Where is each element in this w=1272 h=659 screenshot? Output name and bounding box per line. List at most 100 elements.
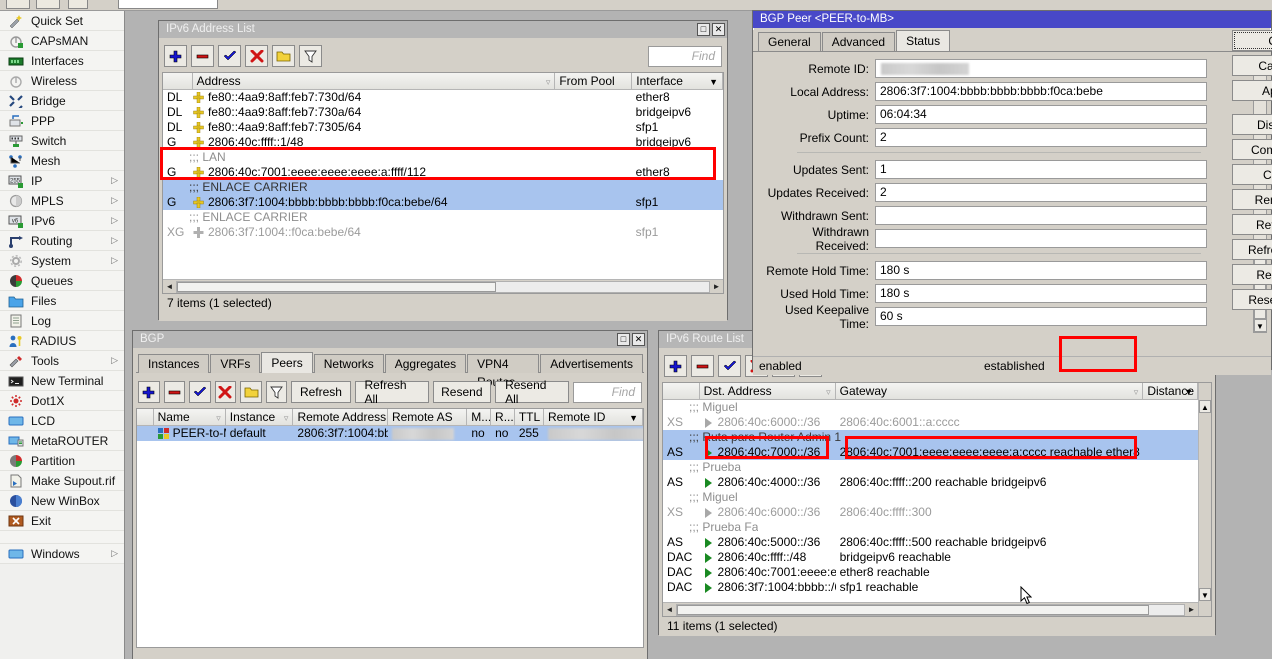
sidebar-item-log[interactable]: Log <box>0 311 124 331</box>
filter-icon[interactable] <box>266 381 288 403</box>
ipv6-route-vscrollbar[interactable]: ▲ ▼ <box>1198 383 1211 616</box>
table-row[interactable]: AS2806:40c:4000::/362806:40c:ffff::200 r… <box>663 475 1198 490</box>
column-header[interactable]: From Pool <box>555 73 632 89</box>
column-header[interactable]: Remote Address <box>293 409 388 425</box>
sidebar-item-radius[interactable]: RADIUS <box>0 331 124 351</box>
maximize-icon[interactable]: □ <box>697 23 710 36</box>
add-icon[interactable] <box>664 355 687 377</box>
enable-icon[interactable] <box>718 355 741 377</box>
field-value-remote-hold-time[interactable]: 180 s <box>875 261 1207 280</box>
sidebar-item-ppp[interactable]: PPP <box>0 111 124 131</box>
tab-advanced[interactable]: Advanced <box>822 32 895 51</box>
sidebar-item-metarouter[interactable]: MetaROUTER <box>0 431 124 451</box>
disable-icon[interactable] <box>245 45 268 67</box>
resend-all-button[interactable]: Resend All <box>1232 289 1272 310</box>
ipv6-address-hscrollbar[interactable]: ◄ ► <box>163 279 723 293</box>
hscroll-thumb[interactable] <box>677 605 1149 615</box>
field-value-withdrawn-sent[interactable] <box>875 206 1207 225</box>
column-header[interactable]: R... <box>491 409 515 425</box>
toolbar-search-box[interactable] <box>118 0 218 9</box>
field-value-used-hold-time[interactable]: 180 s <box>875 284 1207 303</box>
tab-advertisements[interactable]: Advertisements <box>540 354 643 373</box>
resend-button[interactable]: Resend <box>1232 264 1272 285</box>
hscroll-track[interactable] <box>676 604 1185 616</box>
ipv6-address-list-titlebar[interactable]: IPv6 Address List □ ✕ <box>159 21 727 38</box>
sidebar-item-lcd[interactable]: LCD <box>0 411 124 431</box>
sidebar-item-make-supout-rif[interactable]: Make Supout.rif <box>0 471 124 491</box>
sidebar-item-tools[interactable]: Tools▷ <box>0 351 124 371</box>
table-row[interactable]: DAC2806:40c:7001:eeee:eee..ether8 reacha… <box>663 565 1198 580</box>
sidebar-item-exit[interactable]: Exit <box>0 511 124 531</box>
column-header[interactable] <box>137 409 154 425</box>
close-icon[interactable]: ✕ <box>712 23 725 36</box>
sidebar-item-bridge[interactable]: Bridge <box>0 91 124 111</box>
table-row[interactable]: ;;; Miguel <box>663 490 1198 505</box>
field-value-prefix-count[interactable]: 2 <box>875 128 1207 147</box>
field-value-local-address[interactable]: 2806:3f7:1004:bbbb:bbbb:bbbb:f0ca:bebe <box>875 82 1207 101</box>
enable-icon[interactable] <box>189 381 211 403</box>
scroll-down-icon[interactable]: ▼ <box>1199 588 1211 601</box>
refresh-button[interactable]: Refresh <box>1232 214 1272 235</box>
apply-button[interactable]: Apply <box>1232 80 1272 101</box>
scroll-left-icon[interactable]: ◄ <box>663 605 676 614</box>
tab-vpn4-routes[interactable]: VPN4 Routes <box>467 354 539 373</box>
column-header[interactable] <box>163 73 193 89</box>
sidebar-item-queues[interactable]: Queues <box>0 271 124 291</box>
field-value-withdrawn-received[interactable] <box>875 229 1207 248</box>
tab-instances[interactable]: Instances <box>138 354 209 373</box>
sidebar-item-partition[interactable]: Partition <box>0 451 124 471</box>
column-menu-icon[interactable]: ▼ <box>629 410 638 425</box>
close-icon[interactable]: ✕ <box>632 333 645 346</box>
field-value-updates-received[interactable]: 2 <box>875 183 1207 202</box>
column-header[interactable]: Interface▼ <box>632 73 723 89</box>
column-header[interactable]: Address▿ <box>193 73 556 89</box>
ipv6-route-hscrollbar[interactable]: ◄ ► <box>663 602 1198 616</box>
column-header[interactable]: Gateway▿ <box>836 383 1144 399</box>
tab-peers[interactable]: Peers <box>261 352 312 373</box>
table-row[interactable]: ;;; Prueba <box>663 460 1198 475</box>
table-row[interactable]: ;;; Prueba Fa <box>663 520 1198 535</box>
sidebar-item-system[interactable]: System▷ <box>0 251 124 271</box>
column-header[interactable]: Name▿ <box>154 409 226 425</box>
sidebar-item-dot1x[interactable]: Dot1X <box>0 391 124 411</box>
scroll-right-icon[interactable]: ► <box>710 282 723 291</box>
column-menu-icon[interactable]: ▼ <box>709 74 718 89</box>
column-header[interactable]: Remote AS <box>388 409 467 425</box>
scroll-down-icon[interactable]: ▼ <box>1254 319 1267 332</box>
toolbar-button-2[interactable] <box>36 0 60 9</box>
table-row[interactable]: PEER-to-MBdefault2806:3f7:1004:bb..nono2… <box>137 426 643 441</box>
ok-button[interactable]: OK <box>1232 30 1272 51</box>
table-row[interactable]: ;;; ENLACE CARRIER <box>163 210 723 225</box>
field-value-used-keepalive-time[interactable]: 60 s <box>875 307 1207 326</box>
hscroll-thumb[interactable] <box>177 282 496 292</box>
column-header[interactable]: Instance▿ <box>226 409 294 425</box>
find-input[interactable]: Find <box>648 46 722 67</box>
table-row[interactable]: DAC2806:3f7:1004:bbbb::/64sfp1 reachable <box>663 580 1198 595</box>
tab-vrfs[interactable]: VRFs <box>210 354 260 373</box>
remove-icon[interactable] <box>191 45 214 67</box>
comment-icon[interactable] <box>272 45 295 67</box>
sidebar-item-routing[interactable]: Routing▷ <box>0 231 124 251</box>
table-row[interactable]: ;;; ENLACE CARRIER <box>163 180 723 195</box>
sidebar-item-mesh[interactable]: Mesh <box>0 151 124 171</box>
toolbar-button-1[interactable] <box>6 0 30 9</box>
remove-icon[interactable] <box>691 355 714 377</box>
disable-button[interactable]: Disable <box>1232 114 1272 135</box>
table-row[interactable]: ;;; Ruta para Router Admin 1 <box>663 430 1198 445</box>
field-value-remote-id[interactable] <box>875 59 1207 78</box>
table-row[interactable]: DLfe80::4aa9:8aff:feb7:730a/64bridgeipv6 <box>163 105 723 120</box>
column-header[interactable] <box>663 383 700 399</box>
sidebar-item-ip[interactable]: 255IP▷ <box>0 171 124 191</box>
table-row[interactable]: DLfe80::4aa9:8aff:feb7:7305/64sfp1 <box>163 120 723 135</box>
cancel-button[interactable]: Cancel <box>1232 55 1272 76</box>
scroll-left-icon[interactable]: ◄ <box>163 282 176 291</box>
column-header[interactable]: M... <box>467 409 491 425</box>
sidebar-item-new-winbox[interactable]: New WinBox <box>0 491 124 511</box>
table-row[interactable]: ;;; Miguel <box>663 400 1198 415</box>
column-header[interactable]: Remote ID▼ <box>544 409 643 425</box>
copy-button[interactable]: Copy <box>1232 164 1272 185</box>
table-row[interactable]: DAC2806:40c:ffff::/48bridgeipv6 reachabl… <box>663 550 1198 565</box>
table-row[interactable]: XS2806:40c:6000::/362806:40c:ffff::300 <box>663 505 1198 520</box>
table-row[interactable]: G2806:40c:7001:eeee:eeee:eeee:a:ffff/112… <box>163 165 723 180</box>
table-row[interactable]: ;;; LAN <box>163 150 723 165</box>
